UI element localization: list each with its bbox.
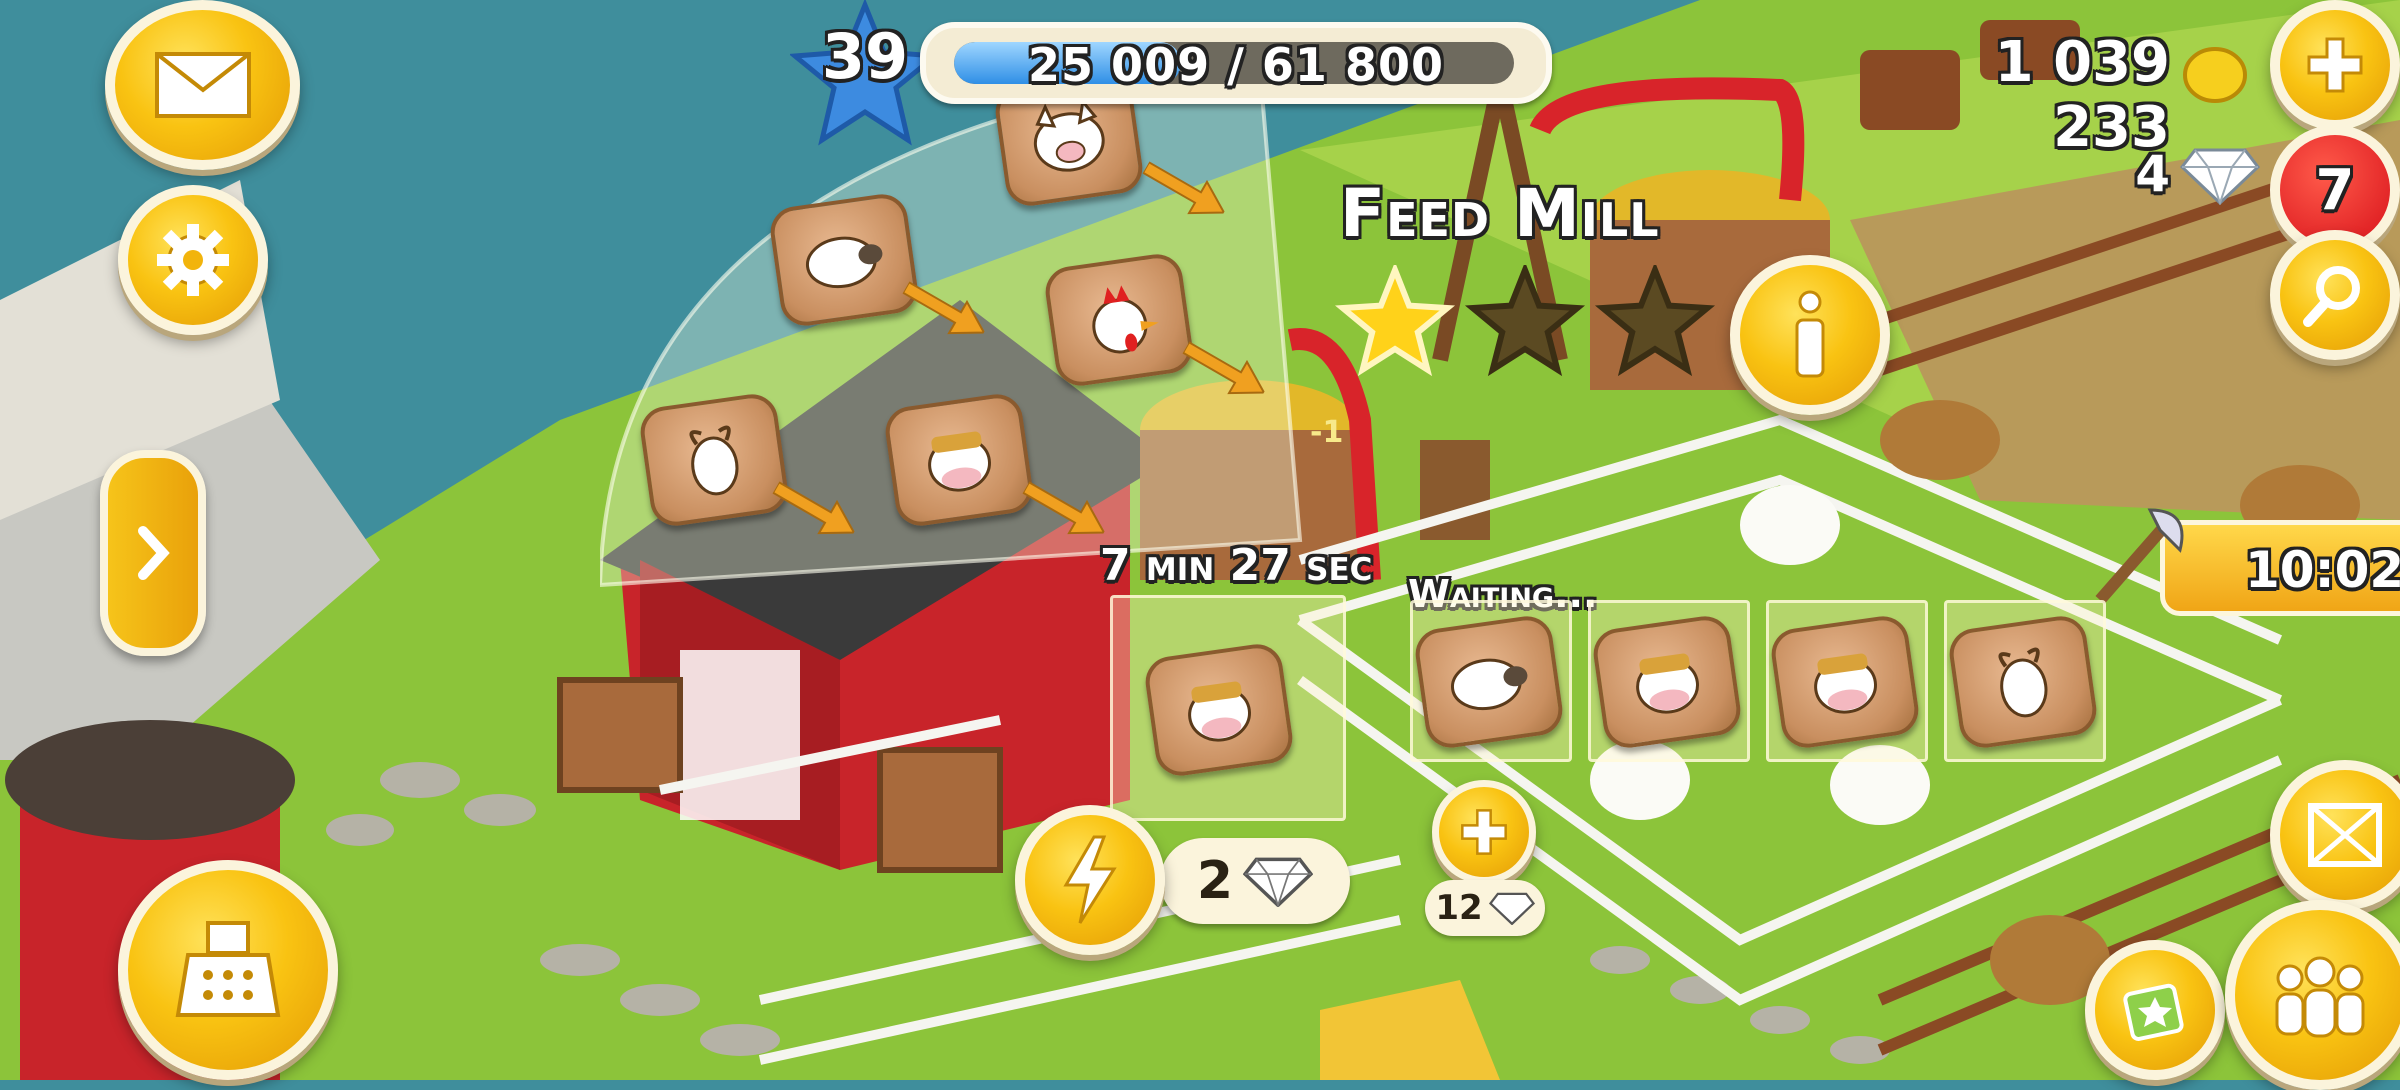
- sheep-feed-icon: [1450, 658, 1528, 711]
- speed-up-button[interactable]: [1015, 805, 1165, 955]
- decorations-button[interactable]: [2085, 940, 2225, 1080]
- star-empty-icon: [1594, 265, 1716, 377]
- add-slot-cost-value: 12: [1435, 888, 1483, 928]
- sheep-feed-icon: [805, 236, 883, 289]
- production-timer: 7 min 27 sec: [1100, 540, 1373, 591]
- recipe-cow-feed[interactable]: [882, 390, 1036, 530]
- add-slot-cost[interactable]: 12: [1425, 880, 1545, 936]
- people-icon: [2275, 956, 2365, 1038]
- cash-register-icon: [175, 921, 281, 1017]
- chevron-right-icon: [138, 526, 170, 580]
- friends-button[interactable]: [2225, 900, 2400, 1090]
- star-filled-icon: [1335, 265, 1456, 377]
- pig-feed-icon: [1033, 98, 1105, 172]
- expand-menu-button[interactable]: [100, 450, 206, 656]
- event-timer-text: 10:02: [2245, 541, 2400, 599]
- plus-icon: [1461, 809, 1507, 855]
- diamond-icon: [1488, 892, 1535, 925]
- speed-up-cost[interactable]: 2: [1160, 838, 1350, 924]
- player-level: 39: [821, 20, 909, 93]
- star-card-icon: [2123, 983, 2184, 1041]
- queued-product: [1590, 612, 1744, 752]
- recipe-goat-feed[interactable]: [637, 390, 791, 530]
- search-button[interactable]: [2270, 230, 2400, 360]
- building-star-rating: [1335, 265, 1716, 377]
- recipe-chicken-feed[interactable]: [1042, 250, 1196, 390]
- notification-count: 7: [2315, 157, 2355, 223]
- queued-product: [1768, 612, 1922, 752]
- diamond-icon: [1243, 857, 1314, 907]
- coin-count: 1 039 233: [1994, 30, 2170, 160]
- cow-feed-icon: [928, 431, 991, 492]
- info-icon: [1795, 290, 1825, 378]
- mail-button[interactable]: [105, 0, 300, 170]
- recipe-sheep-feed[interactable]: [767, 190, 921, 330]
- xp-progress-bar: 25 009 / 61 800: [920, 22, 1552, 104]
- queued-product: [1946, 612, 2100, 752]
- xp-text: 25 009 / 61 800: [1028, 38, 1444, 92]
- building-title: Feed Mill: [1340, 175, 1660, 252]
- info-button[interactable]: [1730, 255, 1890, 415]
- cow-feed-icon: [1814, 653, 1877, 714]
- star-empty-icon: [1464, 265, 1586, 377]
- production-minus-indicator: -1: [1310, 415, 1344, 450]
- gear-icon: [157, 224, 229, 296]
- goat-feed-icon: [1998, 647, 2048, 718]
- diamond-count: 4: [2135, 145, 2170, 203]
- plus-icon: [2307, 37, 2363, 93]
- add-queue-slot-button[interactable]: [1432, 780, 1536, 884]
- mail-icon: [154, 52, 251, 118]
- cow-feed-icon: [1188, 681, 1251, 742]
- lightning-icon: [1063, 835, 1117, 924]
- magnifier-icon: [2303, 266, 2360, 327]
- diamond-icon: [2180, 148, 2260, 205]
- chicken-feed-icon: [1092, 285, 1159, 354]
- queued-product: [1412, 612, 1566, 752]
- coin-icon: [2183, 47, 2247, 103]
- buy-coins-button[interactable]: [2270, 0, 2400, 130]
- cow-feed-icon: [1636, 653, 1699, 714]
- settings-button[interactable]: [118, 185, 268, 335]
- speed-up-cost-value: 2: [1196, 851, 1234, 911]
- goat-feed-icon: [689, 425, 739, 496]
- move-arrows-icon: [2308, 803, 2382, 867]
- shop-button[interactable]: [118, 860, 338, 1080]
- current-product: [1142, 640, 1296, 780]
